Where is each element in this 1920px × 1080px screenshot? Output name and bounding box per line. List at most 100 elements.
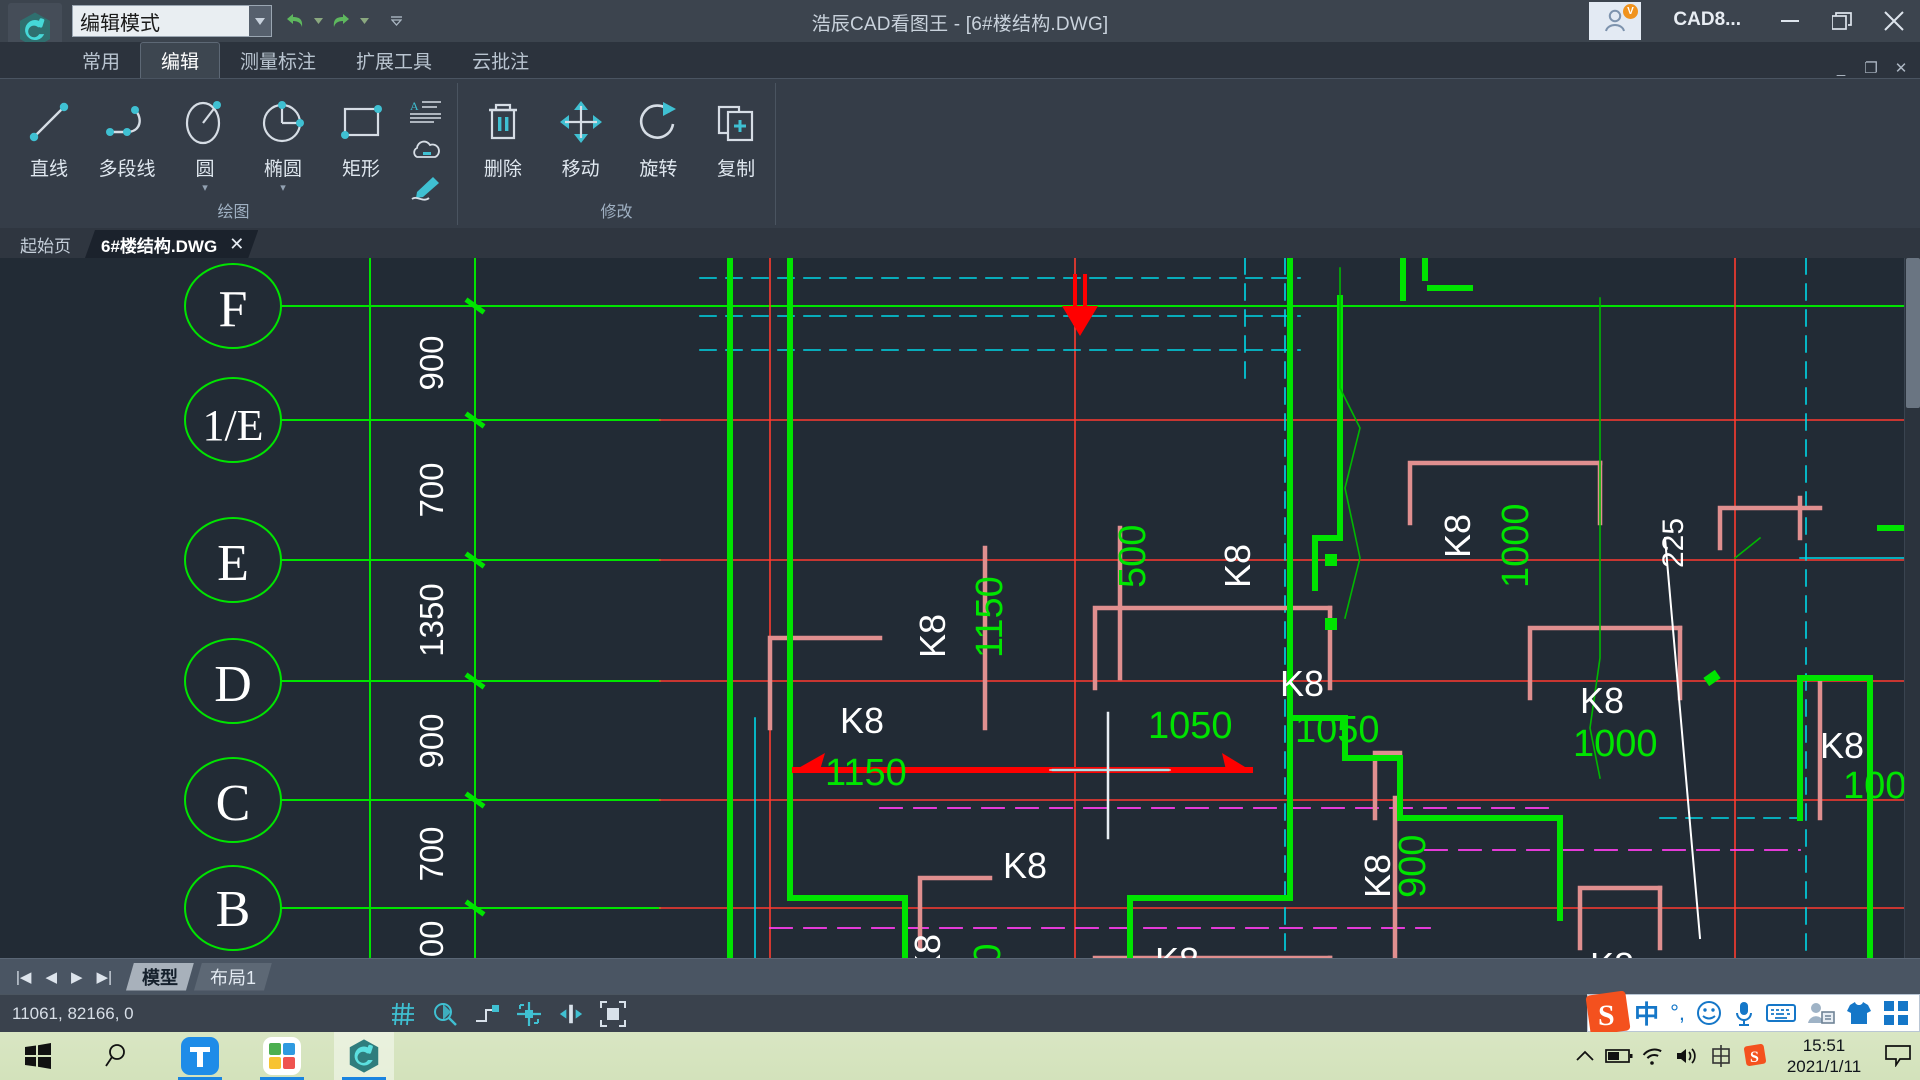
tool-circle[interactable]: 圆 ▾ bbox=[166, 89, 244, 194]
redo-dropdown-icon[interactable] bbox=[356, 8, 372, 34]
redo-arrow-icon[interactable] bbox=[328, 8, 354, 34]
user-name-label[interactable]: CAD8... bbox=[1673, 9, 1741, 31]
nav-next-button[interactable]: ▶ bbox=[71, 968, 83, 986]
ribbon-panel-modify: 删除 移动 旋转 复制 修改 bbox=[458, 83, 776, 225]
ribbon-tab-4[interactable]: 云批注 bbox=[452, 42, 549, 78]
tool-rectangle[interactable]: 矩形 bbox=[322, 89, 400, 184]
layout-tab-1[interactable]: 布局1 bbox=[194, 963, 272, 991]
grid-label-F: F bbox=[219, 281, 248, 338]
model-tab[interactable]: 模型 bbox=[126, 963, 194, 991]
tool-line[interactable]: 直线 bbox=[10, 89, 88, 184]
trash-icon bbox=[477, 93, 529, 151]
tim-icon bbox=[181, 1037, 219, 1075]
tool-ellipse[interactable]: 椭圆 ▾ bbox=[244, 89, 322, 194]
tool-circle-caret[interactable]: ▾ bbox=[202, 183, 208, 194]
line-icon bbox=[23, 93, 75, 151]
qat-more-icon[interactable] bbox=[388, 8, 404, 34]
beam-label-k8-6: K8 bbox=[1580, 680, 1624, 721]
beam-label-k8-5: K8 bbox=[840, 700, 884, 741]
copy-icon bbox=[710, 93, 762, 151]
document-minimize-button[interactable]: _ bbox=[1826, 55, 1856, 81]
edit-mode-value: 编辑模式 bbox=[80, 12, 160, 35]
tool-ellipse-caret[interactable]: ▾ bbox=[280, 183, 286, 194]
tool-copy[interactable]: 复制 bbox=[697, 89, 775, 181]
doc-tab-drawing[interactable]: 6#楼结构.DWG ✕ bbox=[85, 230, 258, 258]
volume-icon[interactable] bbox=[1670, 1032, 1704, 1080]
coordinates-readout: 11061, 82166, 0 bbox=[12, 1003, 134, 1023]
ortho-icon[interactable] bbox=[474, 1001, 500, 1027]
scrollbar-thumb[interactable] bbox=[1906, 258, 1920, 408]
otrack-icon[interactable] bbox=[558, 1001, 584, 1027]
cad-canvas[interactable]: F 1/E E D C B 900 700 1350 900 700 800 K… bbox=[0, 258, 1920, 958]
nav-prev-button[interactable]: ◀ bbox=[45, 968, 57, 986]
tool-rotate-label: 旋转 bbox=[639, 159, 678, 180]
tool-polyline[interactable]: 多段线 bbox=[88, 89, 166, 184]
tool-circle-label: 圆 bbox=[195, 159, 215, 180]
ribbon-tab-0[interactable]: 常用 bbox=[62, 42, 140, 78]
ime-emoji-icon[interactable] bbox=[1696, 1000, 1722, 1026]
tool-line-label: 直线 bbox=[29, 159, 68, 180]
undo-dropdown-icon[interactable] bbox=[310, 8, 326, 34]
svg-text:S: S bbox=[1598, 999, 1615, 1032]
document-close-button[interactable]: ✕ bbox=[1886, 55, 1916, 81]
avatar[interactable]: V bbox=[1589, 2, 1641, 40]
close-button[interactable] bbox=[1868, 0, 1920, 42]
ribbon-tab-1[interactable]: 编辑 bbox=[140, 42, 221, 78]
cloud-icon[interactable] bbox=[404, 133, 448, 167]
tool-delete-label: 删除 bbox=[483, 159, 522, 180]
tool-move[interactable]: 移动 bbox=[542, 89, 620, 181]
ribbon-tab-3[interactable]: 扩展工具 bbox=[336, 42, 452, 78]
taskbar-app-store[interactable] bbox=[252, 1032, 312, 1080]
document-tab-bar: 起始页 6#楼结构.DWG ✕ bbox=[0, 228, 1920, 258]
ime-voice-icon[interactable] bbox=[1733, 1000, 1755, 1026]
undo-arrow-icon[interactable] bbox=[282, 8, 308, 34]
search-button[interactable] bbox=[86, 1032, 146, 1080]
nav-first-button[interactable]: |◀ bbox=[16, 968, 31, 986]
battery-icon[interactable] bbox=[1602, 1032, 1636, 1080]
start-button[interactable] bbox=[8, 1032, 68, 1080]
document-restore-button[interactable]: ❐ bbox=[1856, 55, 1886, 81]
doc-tab-start-page[interactable]: 起始页 bbox=[4, 230, 85, 258]
tool-delete[interactable]: 删除 bbox=[464, 89, 542, 181]
maximize-button[interactable] bbox=[1816, 0, 1868, 42]
dim-1150-h: 1150 bbox=[825, 752, 907, 794]
beam-label-k8-12: K8 bbox=[1820, 725, 1864, 766]
zoom-icon[interactable] bbox=[432, 1001, 458, 1027]
text-icon[interactable]: A bbox=[404, 95, 448, 129]
grid-snap-icon[interactable] bbox=[390, 1001, 416, 1027]
taskbar-app-tim[interactable] bbox=[170, 1032, 230, 1080]
beam-label-k8-1: K8 bbox=[912, 614, 953, 658]
ime-punctuation-mode[interactable]: °, bbox=[1670, 1000, 1685, 1026]
chevron-down-icon[interactable] bbox=[249, 6, 271, 36]
ime-skin-icon[interactable] bbox=[1846, 1001, 1872, 1025]
canvas-vertical-scrollbar[interactable] bbox=[1904, 258, 1920, 958]
ime-card-icon[interactable] bbox=[1807, 1001, 1835, 1025]
chevron-up-icon[interactable] bbox=[1568, 1032, 1602, 1080]
ribbon-tab-2[interactable]: 测量标注 bbox=[220, 42, 336, 78]
tool-rectangle-label: 矩形 bbox=[341, 159, 380, 180]
dim-1050-a: 1050 bbox=[1148, 705, 1233, 747]
grid-label-E: E bbox=[217, 535, 249, 592]
taskbar-app-cad[interactable] bbox=[334, 1032, 394, 1080]
sogou-tray-icon[interactable]: S bbox=[1738, 1032, 1772, 1080]
edit-mode-combobox[interactable]: 编辑模式 bbox=[72, 5, 272, 37]
draw-minitools: A bbox=[400, 89, 452, 205]
ime-toolbox-icon[interactable] bbox=[1883, 1000, 1909, 1026]
grid-label-C: C bbox=[216, 775, 251, 832]
chinese-ime-icon[interactable] bbox=[1704, 1032, 1738, 1080]
osnap-icon[interactable] bbox=[516, 1001, 542, 1027]
notification-center-button[interactable] bbox=[1876, 1032, 1920, 1080]
tool-copy-label: 复制 bbox=[717, 159, 756, 180]
svg-text:S: S bbox=[1750, 1049, 1759, 1066]
ime-chinese-mode[interactable]: 中 bbox=[1634, 995, 1659, 1031]
wifi-icon[interactable] bbox=[1636, 1032, 1670, 1080]
tool-rotate[interactable]: 旋转 bbox=[620, 89, 698, 181]
close-icon[interactable]: ✕ bbox=[229, 234, 244, 255]
ime-keyboard-icon[interactable] bbox=[1766, 1002, 1796, 1024]
minimize-button[interactable] bbox=[1764, 0, 1816, 42]
nav-last-button[interactable]: ▶| bbox=[97, 968, 112, 986]
panel-title-draw: 绘图 bbox=[217, 204, 250, 221]
fullscreen-icon[interactable] bbox=[600, 1000, 626, 1027]
sogou-logo-icon[interactable]: S bbox=[1582, 991, 1634, 1037]
clock[interactable]: 15:51 2021/1/11 bbox=[1772, 1032, 1876, 1080]
